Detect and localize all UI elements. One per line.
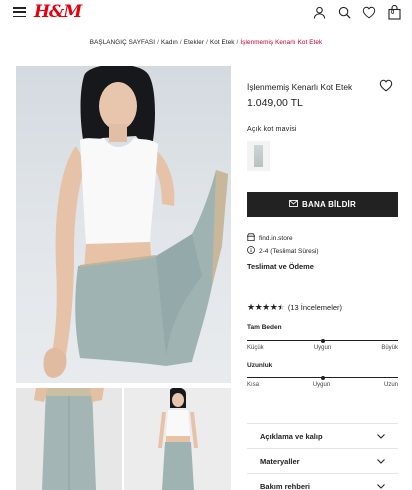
- user-icon[interactable]: [311, 4, 327, 20]
- notify-me-button[interactable]: BANA BİLDİR: [247, 192, 398, 217]
- product-price: 1.049,00 TL: [247, 97, 303, 109]
- color-swatch[interactable]: [247, 141, 270, 171]
- fit-size-mid: Uygun: [313, 345, 332, 351]
- find-in-store-label: find.in.store: [259, 234, 293, 242]
- menu-icon[interactable]: [13, 7, 26, 18]
- accordion-materials-label: Materyaller: [260, 456, 300, 466]
- fit-length-low: Kısa: [247, 382, 260, 388]
- bag-count: 0: [391, 10, 395, 16]
- fit-size-scale: Küçük Uygun Büyük: [247, 345, 398, 351]
- skirt-closeup-illustration: [34, 388, 104, 490]
- heart-icon[interactable]: [361, 4, 377, 20]
- breadcrumb-skirts[interactable]: Etekler: [184, 39, 204, 46]
- info-icon: [247, 246, 255, 256]
- shipping-payment-link[interactable]: Teslimat ve Ödeme: [247, 262, 314, 271]
- fit-size-indicator: [320, 338, 325, 343]
- delivery-time-label: 2-4 (Teslimat Süresi): [259, 247, 319, 255]
- color-name: Açık kot mavisi: [247, 126, 297, 133]
- fit-length-high: Uzun: [383, 382, 398, 388]
- product-title: İşlenmemiş Kenarlı Kot Etek: [247, 82, 353, 92]
- fit-size-low: Küçük: [247, 345, 264, 351]
- breadcrumb-home[interactable]: BAŞLANGIÇ SAYFASI: [90, 39, 155, 46]
- chevron-down-icon: [377, 482, 385, 490]
- chevron-down-icon: [377, 432, 385, 441]
- top-bar: H&M 0: [0, 0, 412, 26]
- swatch-thumbnail: [254, 145, 263, 167]
- breadcrumb-current: İşlenmemiş Kenarlı Kot Etek: [240, 39, 323, 46]
- accordion-description-label: Açıklama ve kalıp: [260, 431, 323, 441]
- header-icons: 0: [311, 4, 402, 20]
- favorite-heart-icon[interactable]: [379, 79, 393, 97]
- search-icon[interactable]: [336, 4, 352, 20]
- breadcrumb-women[interactable]: Kadın: [161, 39, 178, 46]
- product-image-main[interactable]: [16, 66, 231, 383]
- store-icon: [246, 233, 256, 243]
- fit-size-high: Büyük: [381, 345, 398, 351]
- find-in-store-row[interactable]: find.in.store: [246, 233, 293, 243]
- chevron-down-icon: [377, 457, 385, 466]
- rating-count: (13 İncelemeler): [287, 303, 343, 312]
- fit-length-indicator: [320, 375, 325, 380]
- rating-stars-icon: ★★★★★★: [247, 302, 285, 312]
- breadcrumb: BAŞLANGIÇ SAYFASI / Kadın / Etekler / Kot Etek…: [89, 39, 323, 46]
- fit-size-track: [247, 338, 398, 343]
- mail-icon: [289, 200, 298, 209]
- fit-length-track: [247, 375, 398, 380]
- rating-row[interactable]: ★★★★★★ (13 İncelemeler): [247, 302, 342, 313]
- accordion-materials[interactable]: Materyaller: [247, 448, 398, 473]
- product-image-detail[interactable]: [16, 388, 122, 490]
- bag-icon[interactable]: 0: [386, 4, 402, 20]
- breadcrumb-denim-skirt[interactable]: Kot Etek: [210, 39, 235, 46]
- product-image-full[interactable]: [124, 388, 231, 490]
- model-full-illustration: [158, 388, 198, 490]
- fit-length-mid: Uygun: [312, 382, 331, 388]
- brand-logo[interactable]: H&M: [34, 2, 82, 22]
- model-illustration: [43, 66, 228, 378]
- fit-length-label: Uzunluk: [247, 362, 273, 369]
- delivery-time-row: 2-4 (Teslimat Süresi): [247, 246, 319, 256]
- fit-length-scale: Kısa Uygun Uzun: [247, 382, 398, 388]
- fit-size-label: Tam Beden: [247, 324, 282, 331]
- accordion-care-label: Bakım rehberi: [260, 481, 311, 490]
- notify-me-label: BANA BİLDİR: [302, 200, 356, 209]
- accordion-care[interactable]: Bakım rehberi: [247, 473, 398, 490]
- accordion-description[interactable]: Açıklama ve kalıp: [247, 423, 398, 448]
